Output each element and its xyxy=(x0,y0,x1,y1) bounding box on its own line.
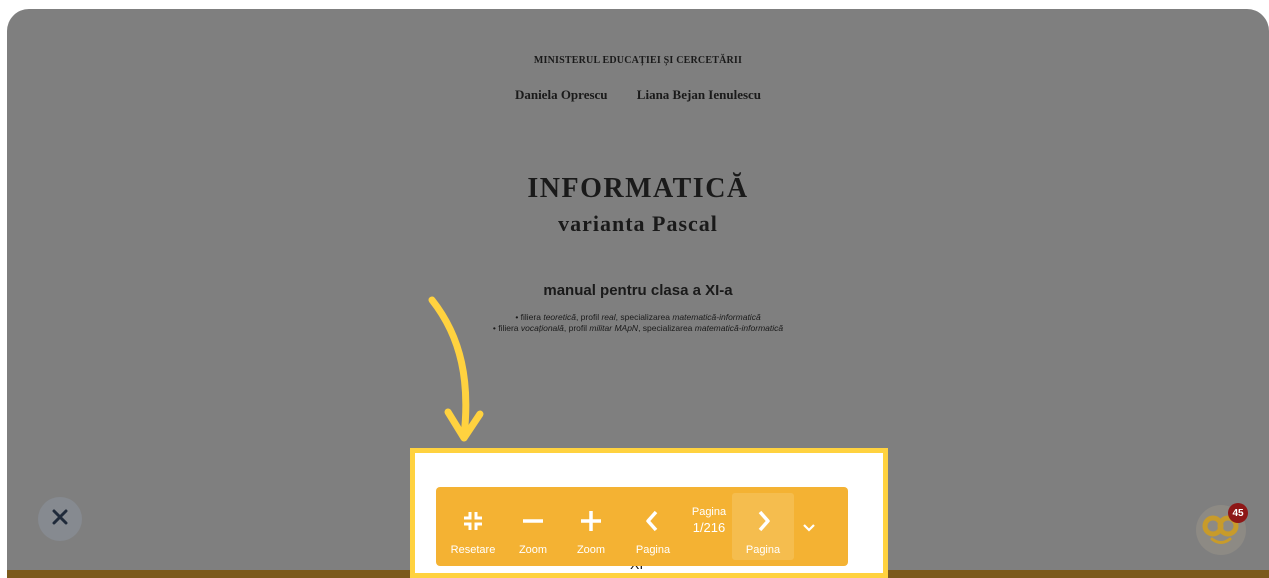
zoom-out-label: Zoom xyxy=(518,544,548,556)
previous-page-button[interactable]: Pagina xyxy=(620,493,686,560)
page-indicator: Pagina 1/216 xyxy=(686,493,732,560)
page-indicator-label: Pagina xyxy=(691,505,727,518)
reset-button[interactable]: Resetare xyxy=(442,493,504,560)
zoom-in-label: Zoom xyxy=(576,544,606,556)
annotation-arrow xyxy=(428,296,484,442)
chevron-left-icon xyxy=(641,506,665,536)
zoom-out-button[interactable]: Zoom xyxy=(504,493,562,560)
minus-icon xyxy=(521,506,545,536)
author-1: Daniela Oprescu xyxy=(514,87,608,102)
filiera-line-2: • filiera vocațională, profil militar MA… xyxy=(492,323,784,333)
author-2: Liana Bejan Ienulescu xyxy=(636,87,762,102)
notification-badge: 45 xyxy=(1228,503,1248,523)
next-page-button[interactable]: Pagina xyxy=(732,493,794,560)
plus-icon xyxy=(579,506,603,536)
viewer-toolbar: Resetare Zoom Zoom Pagina Pagina 1/216 P… xyxy=(436,487,848,566)
book-subtitle: varianta Pascal xyxy=(558,211,718,236)
book-title: INFORMATICĂ xyxy=(527,173,749,204)
next-page-label: Pagina xyxy=(745,544,781,556)
manual-grade: manual pentru clasa a XI-a xyxy=(543,282,733,299)
zoom-in-button[interactable]: Zoom xyxy=(562,493,620,560)
ministry-heading: MINISTERUL EDUCAȚIEI ȘI CERCETĂRII xyxy=(533,55,743,66)
page-number: 1/216 xyxy=(692,519,726,535)
close-button[interactable] xyxy=(38,497,82,541)
reset-label: Resetare xyxy=(450,544,496,556)
collapse-icon xyxy=(461,506,485,536)
close-icon xyxy=(52,509,68,530)
chevron-right-icon xyxy=(751,506,775,536)
toolbar-expand-button[interactable] xyxy=(794,493,824,560)
filiera-line-1: • filiera teoretică, profil real, specia… xyxy=(515,312,761,322)
chevron-down-icon xyxy=(802,512,816,542)
previous-page-label: Pagina xyxy=(635,544,671,556)
authors-line: Daniela Oprescu Liana Bejan Ienulescu xyxy=(7,87,1269,103)
